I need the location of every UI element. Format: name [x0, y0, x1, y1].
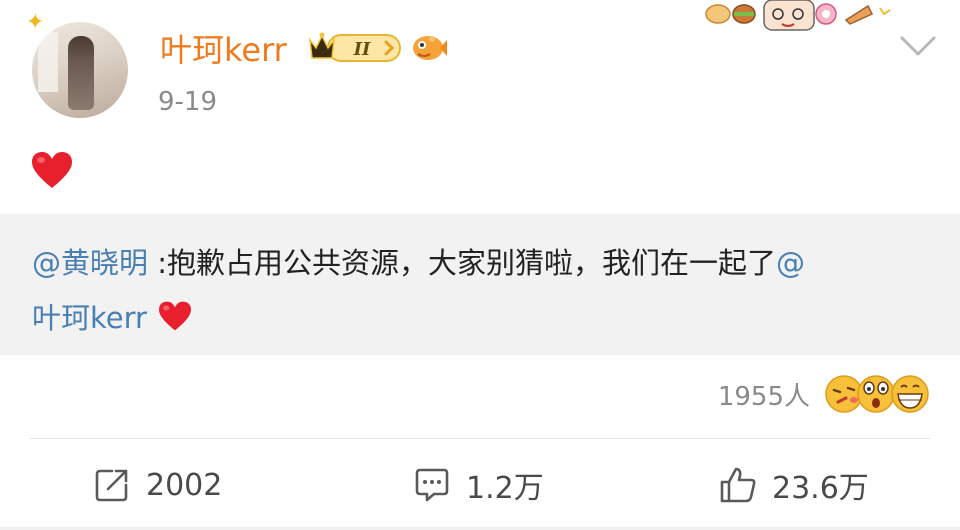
reaction-count[interactable]: 1955人 [718, 376, 810, 413]
repost-button[interactable]: 2002 [92, 462, 222, 508]
share-icon [95, 469, 128, 502]
post-date: 9-19 [158, 87, 218, 117]
reaction-emojis[interactable] [824, 372, 930, 416]
mention-link[interactable]: @黄晓明 [32, 246, 148, 280]
like-button[interactable]: 23.6万 [718, 462, 869, 508]
like-count: 23.6万 [772, 471, 869, 506]
divider [30, 438, 930, 439]
fish-badge-icon[interactable] [410, 30, 448, 64]
heart-emoji-icon [32, 152, 72, 188]
repost-count: 2002 [146, 467, 223, 503]
astonished-face-icon [857, 375, 895, 413]
username[interactable]: 叶珂kerr [160, 25, 287, 71]
repost-text: @黄晓明 :抱歉占用公共资源，大家别猜啦，我们在一起了@ 叶珂kerr [32, 236, 932, 346]
chevron-down-icon[interactable] [898, 34, 938, 58]
mention-at-symbol[interactable]: @ [776, 246, 805, 280]
thumbs-up-icon [720, 467, 756, 503]
mention-target-link[interactable]: 叶珂kerr [32, 301, 147, 335]
comment-count: 1.2万 [466, 471, 544, 506]
avatar-crown-icon: ✦ [26, 10, 45, 35]
avatar-figure [68, 36, 94, 110]
vip-level-text: II [353, 39, 371, 60]
comment-button[interactable]: 1.2万 [412, 462, 544, 508]
vip-badge-icon[interactable]: II [306, 30, 402, 64]
repost-block[interactable]: @黄晓明 :抱歉占用公共资源，大家别猜啦，我们在一起了@ 叶珂kerr [0, 214, 960, 355]
avatar-background [38, 32, 58, 92]
grinning-face-icon [891, 375, 929, 413]
comment-icon [415, 468, 449, 502]
heart-emoji-icon [158, 301, 191, 331]
avatar[interactable] [32, 22, 128, 118]
kiss-face-icon [825, 375, 863, 413]
decoration-card-icon [705, 0, 891, 31]
repost-body: :抱歉占用公共资源，大家别猜啦，我们在一起了 [148, 246, 777, 280]
